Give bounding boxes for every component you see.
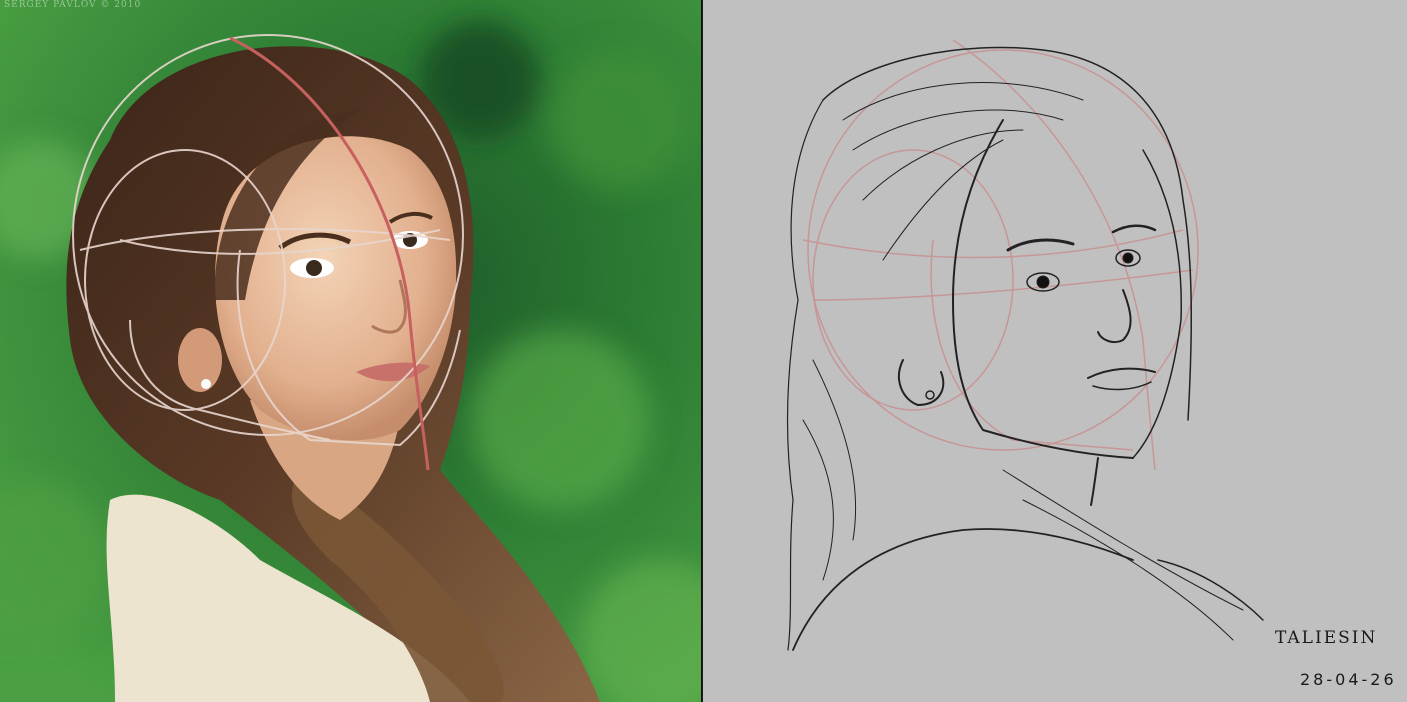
earring [201, 379, 211, 389]
ear [178, 328, 222, 392]
reference-photo [0, 0, 701, 702]
sketch-background [703, 0, 1407, 702]
signature-date: 28-04-26 [1300, 670, 1397, 689]
sketch-panel: TALIESIN 28-04-26 [703, 0, 1407, 702]
pencil-sketch [703, 0, 1407, 702]
artist-signature: TALIESIN [1275, 628, 1378, 648]
reference-photo-panel: SERGEY PAVLOV © 2010 [0, 0, 702, 702]
photo-watermark: SERGEY PAVLOV © 2010 [4, 0, 142, 10]
